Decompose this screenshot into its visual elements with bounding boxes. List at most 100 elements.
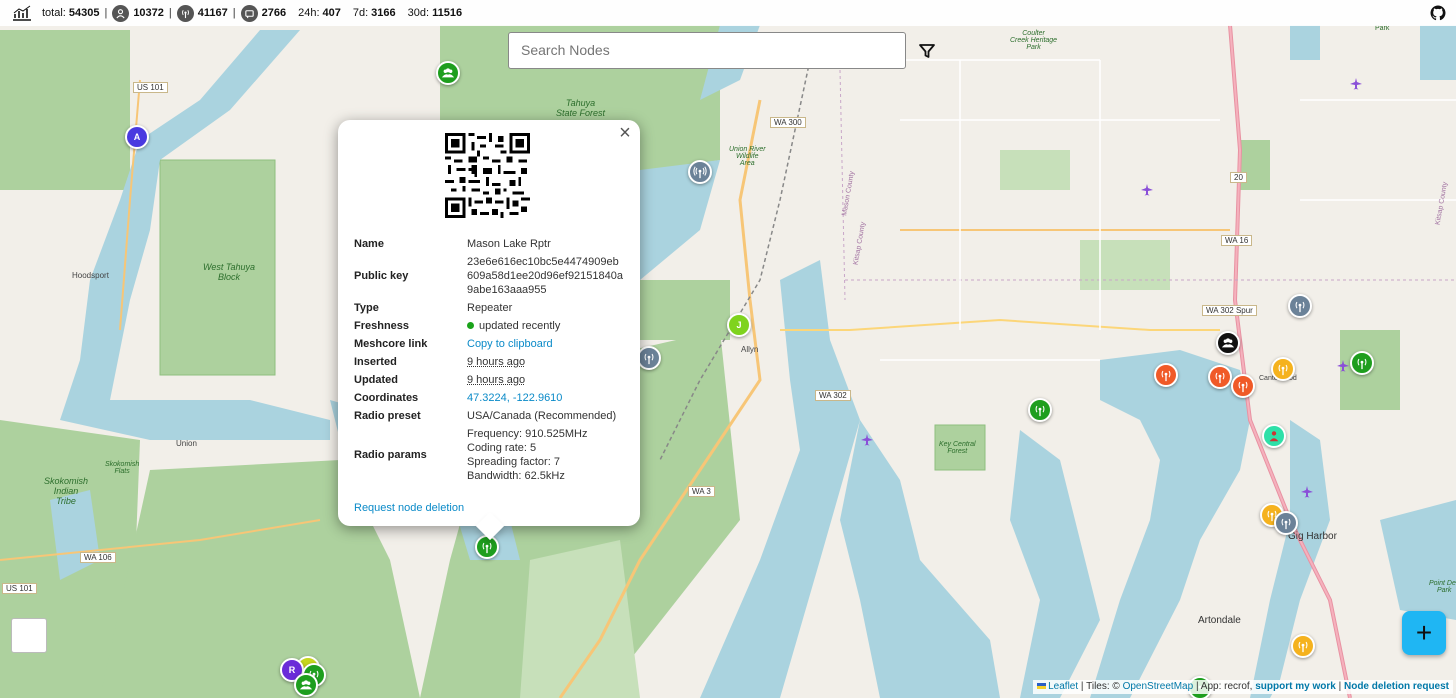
repeater-marker-selected[interactable] [475,535,499,559]
room-server-marker[interactable] [1216,331,1240,355]
antenna-icon [1035,405,1045,417]
label-union-river: Union River Wildlife Area [729,146,766,167]
repeater-icon [176,4,194,22]
airport-icon [1350,78,1362,90]
antenna-icon [1215,372,1225,384]
updated-key: Updated [354,374,398,386]
label-west-tahuya: West Tahuya Block [203,262,256,282]
label-coulter: Coulter Creek Heritage Park [1010,30,1058,51]
pubkey-key: Public key [354,270,409,282]
antenna-icon [1357,358,1367,370]
freshness-value: updated recently [479,320,561,332]
repeater-marker[interactable] [1274,511,1298,535]
label-park: Park [1375,25,1390,32]
antenna-icon [482,542,492,554]
label-tahuya-forest: Tahuya State Forest [556,98,606,118]
repeater-marker[interactable] [1271,357,1295,381]
group-icon [1221,338,1235,348]
map[interactable]: Tahuya State Forest West Tahuya Block Hood… [0,0,1456,698]
antenna-icon [1298,641,1308,653]
attribution-sep: | [1335,681,1344,692]
airport-icon [1301,486,1313,498]
shield-us101-south: US 101 [2,583,37,594]
d30-label: 30d: [407,7,430,19]
name-key: Name [354,238,384,250]
repeater-marker[interactable] [1208,365,1232,389]
inserted-key: Inserted [354,356,397,368]
locate-button[interactable] [11,618,47,653]
shield-wa106: WA 106 [80,552,116,563]
antenna-icon [644,353,654,365]
antenna-icon [1281,518,1291,530]
shield-20: 20 [1230,172,1247,183]
d7-count: 3166 [371,7,396,19]
label-skokomish-flats: Skokomish Flats [105,461,140,475]
coding-rate-value: Coding rate: 5 [467,442,537,454]
shield-wa3: WA 3 [688,486,715,497]
pubkey-value: 23e6e616ec10bc5e4474909eb609a58d1ee20d96… [467,256,623,296]
shield-wa16: WA 16 [1221,235,1253,246]
room-server-icon [240,4,258,22]
repeater-marker[interactable] [1350,351,1374,375]
repeater-marker[interactable] [637,346,661,370]
d30-count: 11516 [432,7,463,19]
label-point-defiance: Point DefiPark [1429,580,1456,594]
h24-count: 407 [322,7,341,19]
search-input[interactable] [521,42,893,58]
airport-icon [861,434,873,446]
inserted-value: 9 hours ago [467,356,526,368]
type-key: Type [354,302,379,314]
repeater-marker[interactable] [1231,374,1255,398]
add-node-button[interactable]: + [1402,611,1446,655]
freshness-key: Freshness [354,320,410,332]
request-deletion-link[interactable]: Request node deletion [354,502,464,514]
antenna-icon [693,166,707,179]
antenna-icon [1295,301,1305,313]
attribution: Leaflet | Tiles: © OpenStreetMap | App: … [1033,680,1453,694]
group-icon [299,680,313,690]
total-count: 54305 [68,7,100,19]
filter-icon[interactable] [917,41,937,61]
copy-to-clipboard-link[interactable]: Copy to clipboard [467,338,553,350]
repeater-marker[interactable] [1028,398,1052,422]
d7-label: 7d: [352,7,369,19]
companion-count: 10372 [133,7,164,19]
spreading-factor-value: Spreading factor: 7 [467,456,560,468]
stats-chart-icon[interactable] [12,5,32,21]
airport-icon [1141,184,1153,196]
support-link[interactable]: support my work [1255,681,1336,692]
qr-code [445,133,530,218]
person-icon [1269,431,1279,442]
deletion-request-link[interactable]: Node deletion request [1344,681,1449,692]
companion-icon [112,4,130,22]
label-gig-harbor: Gig Harbor [1288,531,1337,542]
room-server-marker[interactable] [294,673,318,697]
group-icon [441,68,455,78]
attribution-app: | App: recrof, [1193,681,1256,692]
node-marker-a[interactable]: A [125,125,149,149]
room-server-marker[interactable] [436,61,460,85]
repeater-marker[interactable] [1288,294,1312,318]
shield-wa302: WA 302 [815,390,851,401]
close-icon[interactable]: × [616,123,634,143]
companion-marker[interactable] [1262,424,1286,448]
repeater-marker[interactable] [1154,363,1178,387]
antenna-icon [1161,370,1171,382]
repeater-marker[interactable] [688,160,712,184]
repeater-count: 41167 [197,7,228,19]
antenna-icon [1278,364,1288,376]
repeater-marker[interactable] [1291,634,1315,658]
node-popup: × Name Mason Lake Rptr Public key 23e6e616… [338,120,640,541]
github-icon[interactable] [1430,5,1446,21]
coordinates-link[interactable]: 47.3224, -122.9610 [467,392,562,404]
search-box[interactable] [508,32,906,69]
label-union: Union [176,439,197,448]
node-marker-j[interactable]: J [727,313,751,337]
radio-preset-value: USA/Canada (Recommended) [467,410,617,422]
name-value: Mason Lake Rptr [467,238,551,250]
leaflet-link[interactable]: Leaflet [1048,681,1078,692]
attribution-tiles: | Tiles: © [1078,681,1123,692]
separator: | [168,7,172,19]
h24-label: 24h: [298,7,320,19]
osm-link[interactable]: OpenStreetMap [1123,681,1194,692]
